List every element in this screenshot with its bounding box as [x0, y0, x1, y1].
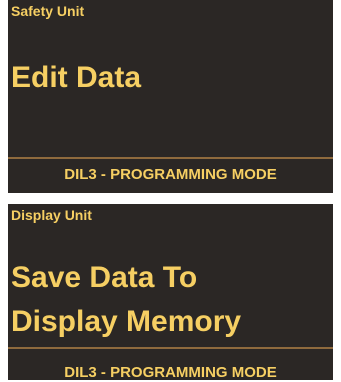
panel-divider	[8, 347, 333, 349]
panel-divider	[8, 157, 333, 159]
edit-data-message: Edit Data	[11, 61, 142, 94]
display-unit-panel: Display Unit Save Data To Display Memory…	[8, 204, 333, 381]
unit-label: Safety Unit	[11, 3, 85, 19]
programming-mode-status: DIL3 - PROGRAMMING MODE	[64, 166, 277, 183]
unit-label: Display Unit	[11, 207, 92, 223]
programming-mode-status: DIL3 - PROGRAMMING MODE	[64, 364, 277, 381]
safety-unit-panel: Safety Unit Edit Data DIL3 - PROGRAMMING…	[8, 0, 333, 193]
save-data-message: Save Data To Display Memory	[11, 256, 241, 344]
message-line-2: Display Memory	[11, 305, 242, 338]
message-line-1: Save Data To	[11, 261, 198, 294]
